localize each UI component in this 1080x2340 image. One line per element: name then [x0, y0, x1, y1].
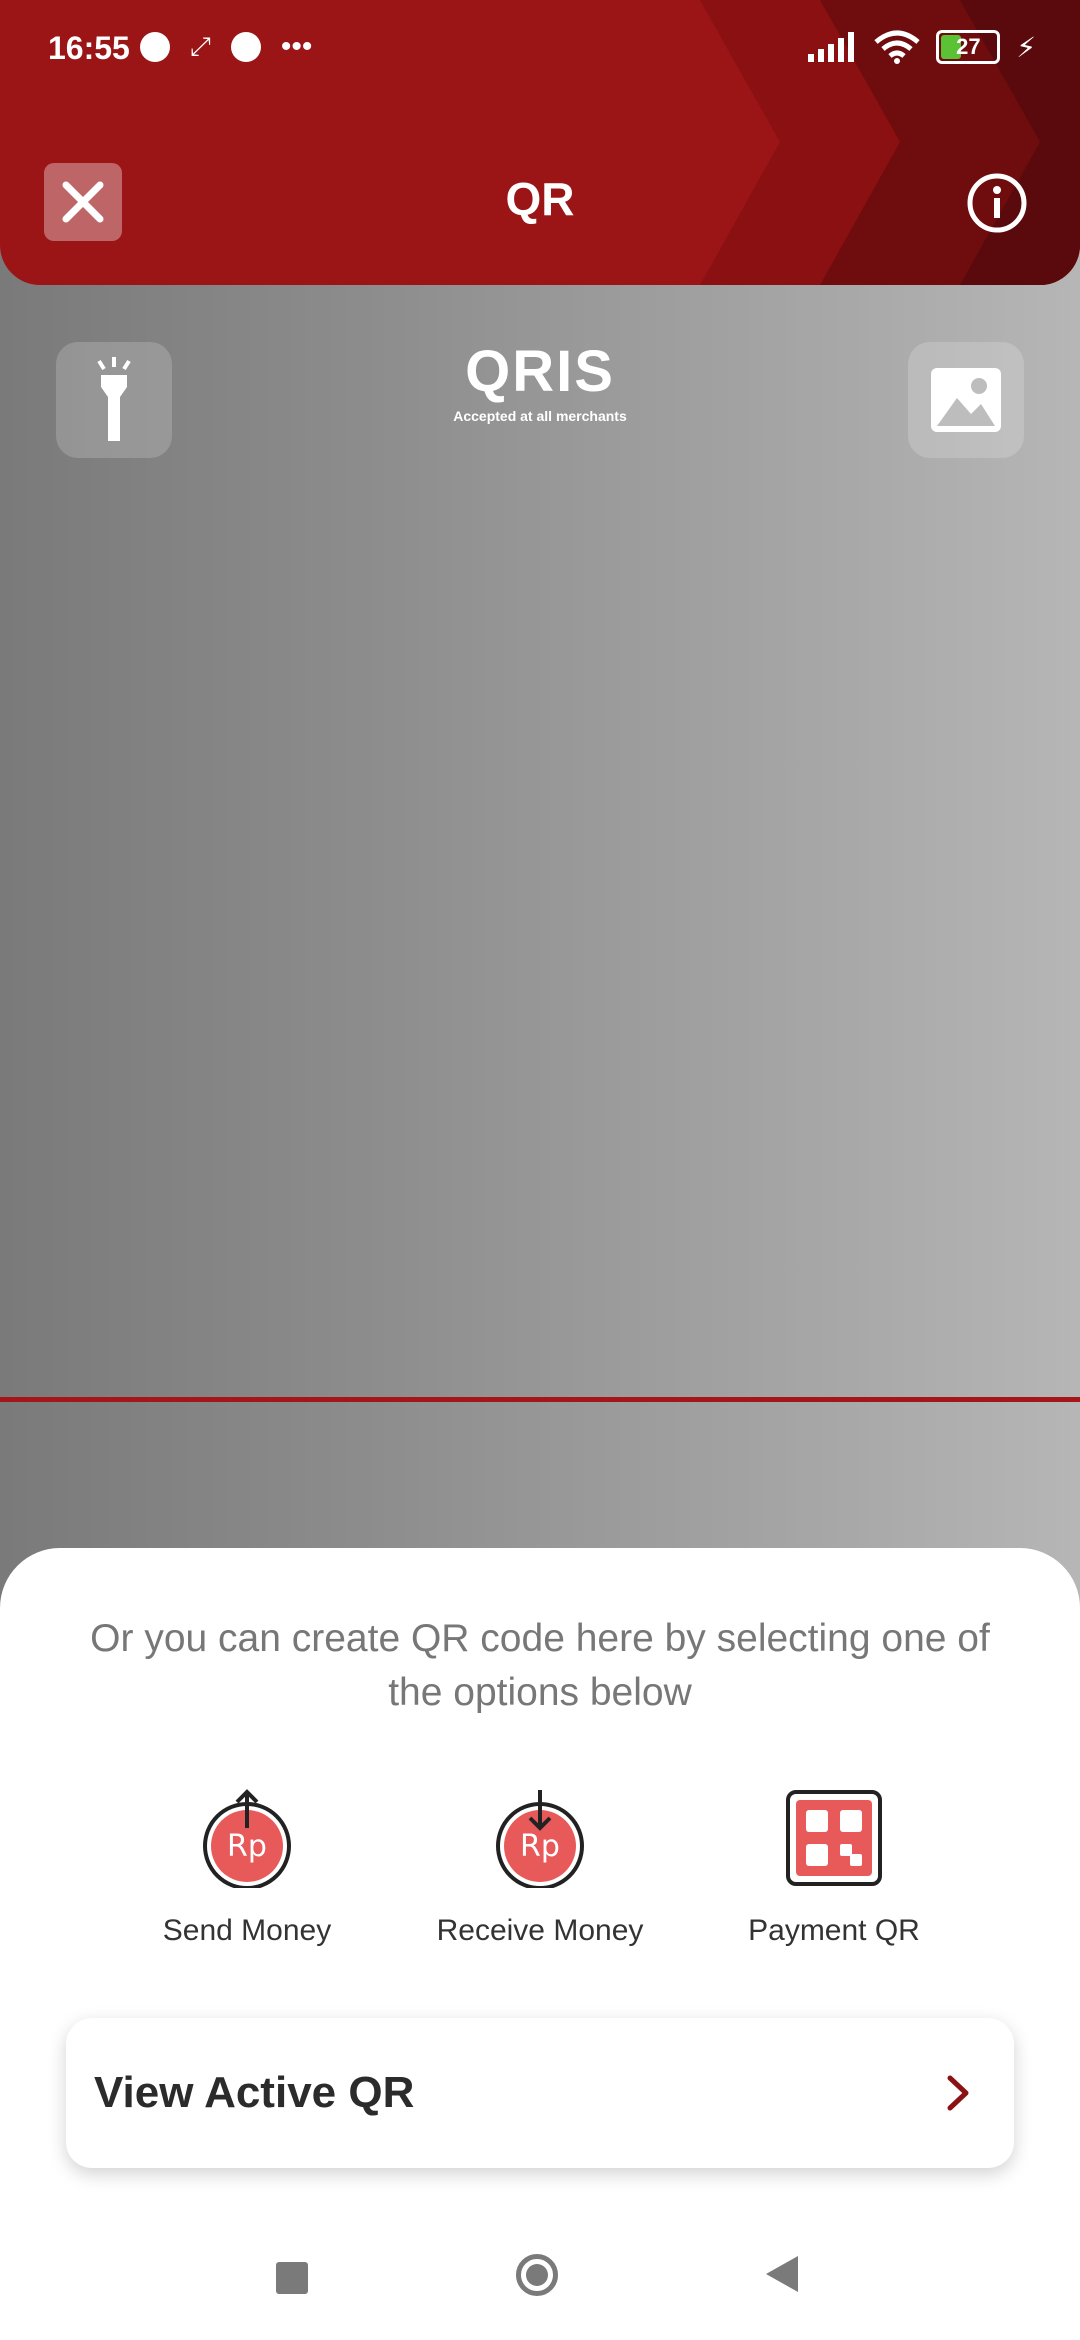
qris-logo: QRIS Accepted at all merchants — [445, 340, 635, 440]
flashlight-icon — [97, 357, 131, 441]
home-button[interactable] — [516, 2254, 558, 2296]
battery-icon: 27 — [936, 30, 1001, 64]
receive-money-icon: Rp — [496, 1790, 584, 1890]
payment-qr-option[interactable]: Payment QR — [704, 1788, 964, 1948]
svg-text:Rp: Rp — [520, 1829, 560, 1864]
sync-icon: ⤢ — [190, 31, 211, 61]
view-active-qr-button[interactable]: View Active QR — [66, 2018, 1014, 2168]
send-money-label: Send Money — [162, 1914, 332, 1947]
create-qr-prompt: Or you can create QR code here by select… — [90, 1617, 990, 1714]
send-money-icon: Rp — [203, 1789, 291, 1890]
notification-icons: ⤢ ••• — [140, 30, 312, 64]
more-notifications-icon: ••• — [280, 30, 313, 63]
svg-text:Rp: Rp — [227, 1829, 267, 1864]
notification-app-icon-2 — [230, 32, 261, 62]
receive-money-label: Receive Money — [436, 1914, 644, 1947]
flashlight-button[interactable] — [56, 342, 172, 458]
info-icon — [967, 173, 1027, 233]
gallery-button[interactable] — [908, 342, 1024, 458]
status-bar: 16:55 ⤢ ••• 27 ⚡ — [0, 0, 1080, 100]
charging-icon: ⚡ — [1016, 31, 1036, 63]
info-button[interactable] — [966, 172, 1028, 234]
signal-icon — [808, 32, 855, 62]
notification-app-icon — [140, 32, 170, 62]
send-money-option[interactable]: Rp Send Money — [117, 1788, 377, 1948]
status-time: 16:55 — [48, 30, 130, 66]
receive-money-option[interactable]: Rp Receive Money — [410, 1788, 670, 1948]
wifi-icon — [874, 30, 920, 64]
recents-button[interactable] — [276, 2262, 308, 2294]
payment-qr-label: Payment QR — [748, 1914, 920, 1947]
chevron-right-icon — [947, 2075, 969, 2111]
page-title: QR — [505, 173, 575, 225]
qris-tagline: Accepted at all merchants — [453, 408, 627, 424]
scan-line — [0, 1397, 1080, 1402]
view-active-qr-label: View Active QR — [94, 2068, 415, 2117]
qris-logo-text: QRIS — [465, 339, 615, 404]
back-button[interactable] — [766, 2256, 798, 2292]
system-icons: 27 ⚡ — [808, 30, 1036, 64]
payment-qr-icon — [786, 1790, 882, 1886]
gallery-icon — [931, 368, 1001, 432]
system-navigation-bar — [0, 2220, 1080, 2340]
battery-level: 27 — [956, 34, 981, 59]
